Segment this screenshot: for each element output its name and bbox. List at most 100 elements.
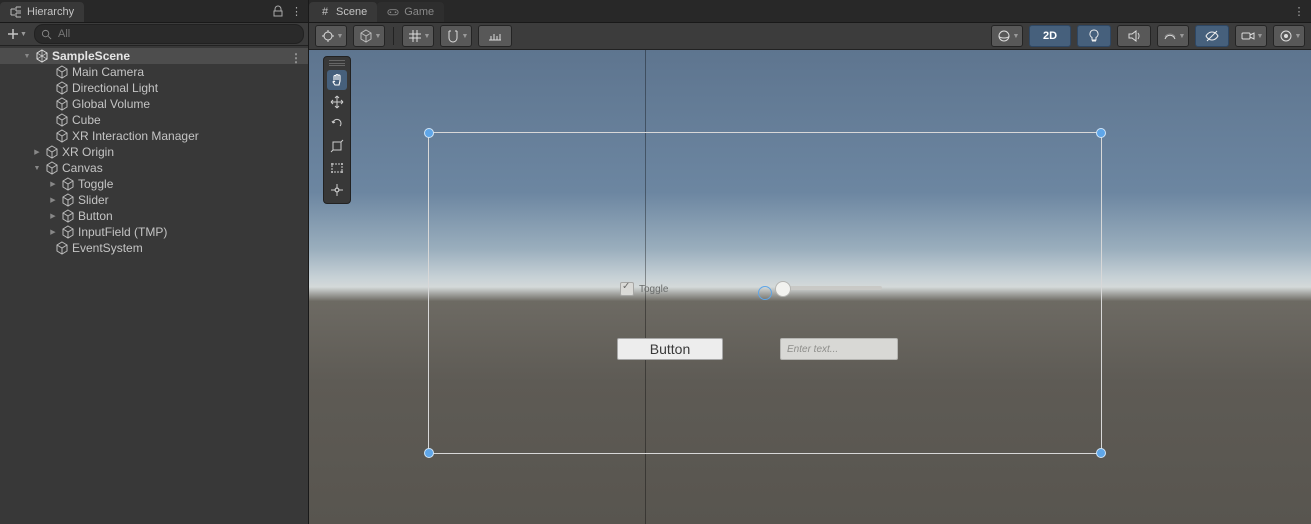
pivot-dropdown[interactable]: ▼	[353, 25, 385, 47]
tree-row-label: XR Interaction Manager	[72, 129, 199, 143]
ui-toggle-label: Toggle	[639, 284, 668, 295]
gameobject-icon	[55, 241, 69, 255]
gameobject-icon	[55, 129, 69, 143]
hierarchy-tree: SampleScene ⋮ Main Camera Directional Li…	[0, 46, 308, 524]
search-icon	[41, 29, 52, 40]
tree-row[interactable]: Cube	[0, 112, 308, 128]
tree-row[interactable]: EventSystem	[0, 240, 308, 256]
resize-handle-tr[interactable]	[1096, 128, 1106, 138]
canvas-origin-gizmo[interactable]	[758, 286, 772, 300]
lock-icon[interactable]	[272, 5, 284, 17]
ui-input-field[interactable]: Enter text...	[780, 338, 898, 360]
scene-icon: #	[319, 6, 331, 18]
tree-row-label: Canvas	[62, 161, 103, 175]
scale-tool[interactable]	[327, 136, 347, 156]
tree-row[interactable]: Toggle	[0, 176, 308, 192]
transform-tool[interactable]	[327, 180, 347, 200]
tree-row[interactable]: Canvas	[0, 160, 308, 176]
tab-scene[interactable]: # Scene	[309, 2, 377, 22]
checkbox-icon	[620, 282, 634, 296]
scene-toolbar: ▼ ▼ ▼ ▼ ▼ 2D	[309, 23, 1311, 50]
hierarchy-icon	[10, 6, 22, 18]
lighting-toggle[interactable]	[1077, 25, 1111, 47]
unity-logo-icon	[35, 49, 49, 63]
resize-handle-bl[interactable]	[424, 448, 434, 458]
tree-row-label: XR Origin	[62, 145, 114, 159]
ui-button[interactable]: Button	[617, 338, 723, 360]
snap-increment-button[interactable]	[478, 25, 512, 47]
scene-tab-label: Scene	[336, 6, 367, 18]
canvas-selection-rect[interactable]: Toggle Button Enter text...	[428, 132, 1102, 454]
foldout-icon[interactable]	[48, 211, 58, 221]
tree-row[interactable]: Slider	[0, 192, 308, 208]
tree-row-label: Button	[78, 209, 113, 223]
foldout-icon[interactable]	[48, 179, 58, 189]
hierarchy-search[interactable]	[34, 24, 304, 44]
grid-visibility-dropdown[interactable]: ▼	[402, 25, 434, 47]
scene-viewport[interactable]: Toggle Button Enter text...	[309, 50, 1311, 524]
tree-row-label: Cube	[72, 113, 101, 127]
ui-toggle[interactable]: Toggle	[620, 282, 668, 296]
mode-2d-label: 2D	[1043, 30, 1057, 42]
resize-handle-br[interactable]	[1096, 448, 1106, 458]
tree-row-label: Directional Light	[72, 81, 158, 95]
resize-handle-tl[interactable]	[424, 128, 434, 138]
ui-slider[interactable]	[778, 286, 882, 290]
kebab-menu-icon[interactable]: ⋮	[290, 5, 302, 17]
drag-handle-icon[interactable]	[329, 60, 345, 66]
gameobject-icon	[55, 97, 69, 111]
hierarchy-tab-label: Hierarchy	[27, 6, 74, 18]
audio-toggle[interactable]	[1117, 25, 1151, 47]
hand-tool[interactable]	[327, 70, 347, 90]
rotate-tool[interactable]	[327, 114, 347, 134]
gizmos-dropdown[interactable]: ▼	[1273, 25, 1305, 47]
snap-dropdown[interactable]: ▼	[440, 25, 472, 47]
move-tool[interactable]	[327, 92, 347, 112]
tree-row-label: Main Camera	[72, 65, 144, 79]
tab-hierarchy[interactable]: Hierarchy	[0, 2, 84, 22]
tree-row[interactable]: Global Volume	[0, 96, 308, 112]
tree-row[interactable]: Button	[0, 208, 308, 224]
gameobject-icon	[55, 65, 69, 79]
hierarchy-panel: Hierarchy ⋮ ▼	[0, 0, 309, 524]
tree-row[interactable]: Directional Light	[0, 80, 308, 96]
game-tab-label: Game	[404, 6, 434, 18]
fx-dropdown[interactable]: ▼	[1157, 25, 1189, 47]
tree-row[interactable]: InputField (TMP)	[0, 224, 308, 240]
hierarchy-search-input[interactable]	[56, 27, 297, 41]
scene-tab-row: # Scene Game ⋮	[309, 0, 1311, 23]
draw-mode-dropdown[interactable]: ▼	[991, 25, 1023, 47]
slider-knob[interactable]	[775, 281, 791, 297]
tree-row-label: Global Volume	[72, 97, 150, 111]
gameobject-icon	[61, 209, 75, 223]
gameobject-icon	[55, 113, 69, 127]
foldout-icon[interactable]	[22, 51, 32, 61]
mode-2d-toggle[interactable]: 2D	[1029, 25, 1071, 47]
kebab-menu-icon[interactable]: ⋮	[290, 51, 302, 65]
foldout-icon[interactable]	[48, 227, 58, 237]
gameobject-icon	[61, 193, 75, 207]
gamepad-icon	[387, 6, 399, 18]
kebab-menu-icon[interactable]: ⋮	[1293, 5, 1305, 17]
tool-handle-dropdown[interactable]: ▼	[315, 25, 347, 47]
gameobject-icon	[61, 225, 75, 239]
rect-tool[interactable]	[327, 158, 347, 178]
tree-row[interactable]: XR Origin	[0, 144, 308, 160]
foldout-icon[interactable]	[32, 163, 42, 173]
tree-row[interactable]: Main Camera	[0, 64, 308, 80]
tree-row-label: InputField (TMP)	[78, 225, 167, 239]
hierarchy-toolbar: ▼	[0, 23, 308, 46]
foldout-icon[interactable]	[48, 195, 58, 205]
camera-dropdown[interactable]: ▼	[1235, 25, 1267, 47]
tree-row-label: EventSystem	[72, 241, 143, 255]
visibility-toggle[interactable]	[1195, 25, 1229, 47]
ui-input-placeholder: Enter text...	[787, 344, 838, 355]
tree-row[interactable]: XR Interaction Manager	[0, 128, 308, 144]
scene-panel: # Scene Game ⋮ ▼ ▼	[309, 0, 1311, 524]
create-dropdown[interactable]: ▼	[4, 25, 30, 43]
gameobject-icon	[45, 145, 59, 159]
tab-game[interactable]: Game	[377, 2, 444, 22]
tree-row-label: Slider	[78, 193, 109, 207]
scene-root-row[interactable]: SampleScene ⋮	[0, 48, 308, 64]
foldout-icon[interactable]	[32, 147, 42, 157]
